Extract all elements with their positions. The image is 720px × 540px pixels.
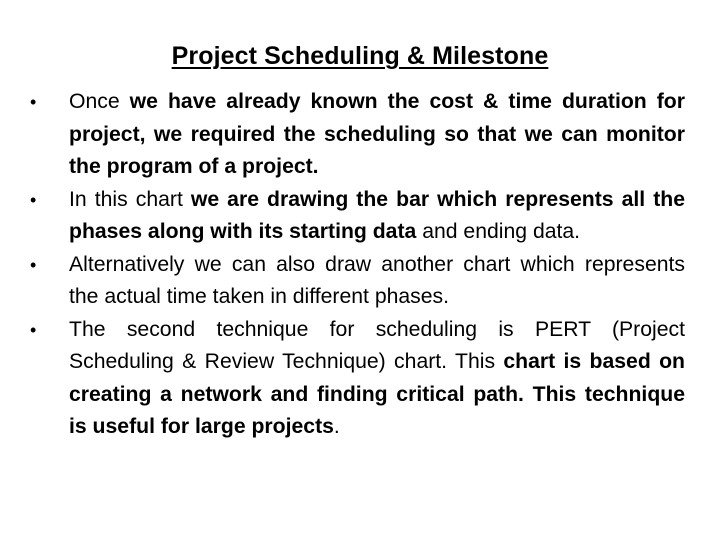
bullet-item: • The second technique for scheduling is … [30,314,685,444]
bullet-text-segment: Alternatively we can also draw another c… [69,252,685,309]
slide: Project Scheduling & Milestone • Once we … [0,0,720,540]
bullet-text-segment: . [333,415,340,438]
bullet-text-segment: In this chart [69,187,191,211]
slide-title: Project Scheduling & Milestone [171,42,549,70]
bullet-text-segment: and ending data. [416,220,581,243]
bullet-item: • In this chart we are drawing the bar wh… [30,184,685,249]
bullet-dot-icon: • [30,254,37,275]
bullet-dot-icon: • [30,319,37,340]
bullet-dot-icon: • [30,189,37,210]
bullet-text-segment: we have already known the cost & time du… [69,90,685,178]
bullet-item: • Alternatively we can also draw another … [30,249,685,314]
bullet-text-segment: Once [69,90,130,113]
bullet-dot-icon: • [30,92,37,112]
bullet-item: • Once we have already known the cost & t… [30,86,685,184]
bullet-list: • Once we have already known the cost & t… [30,86,685,444]
